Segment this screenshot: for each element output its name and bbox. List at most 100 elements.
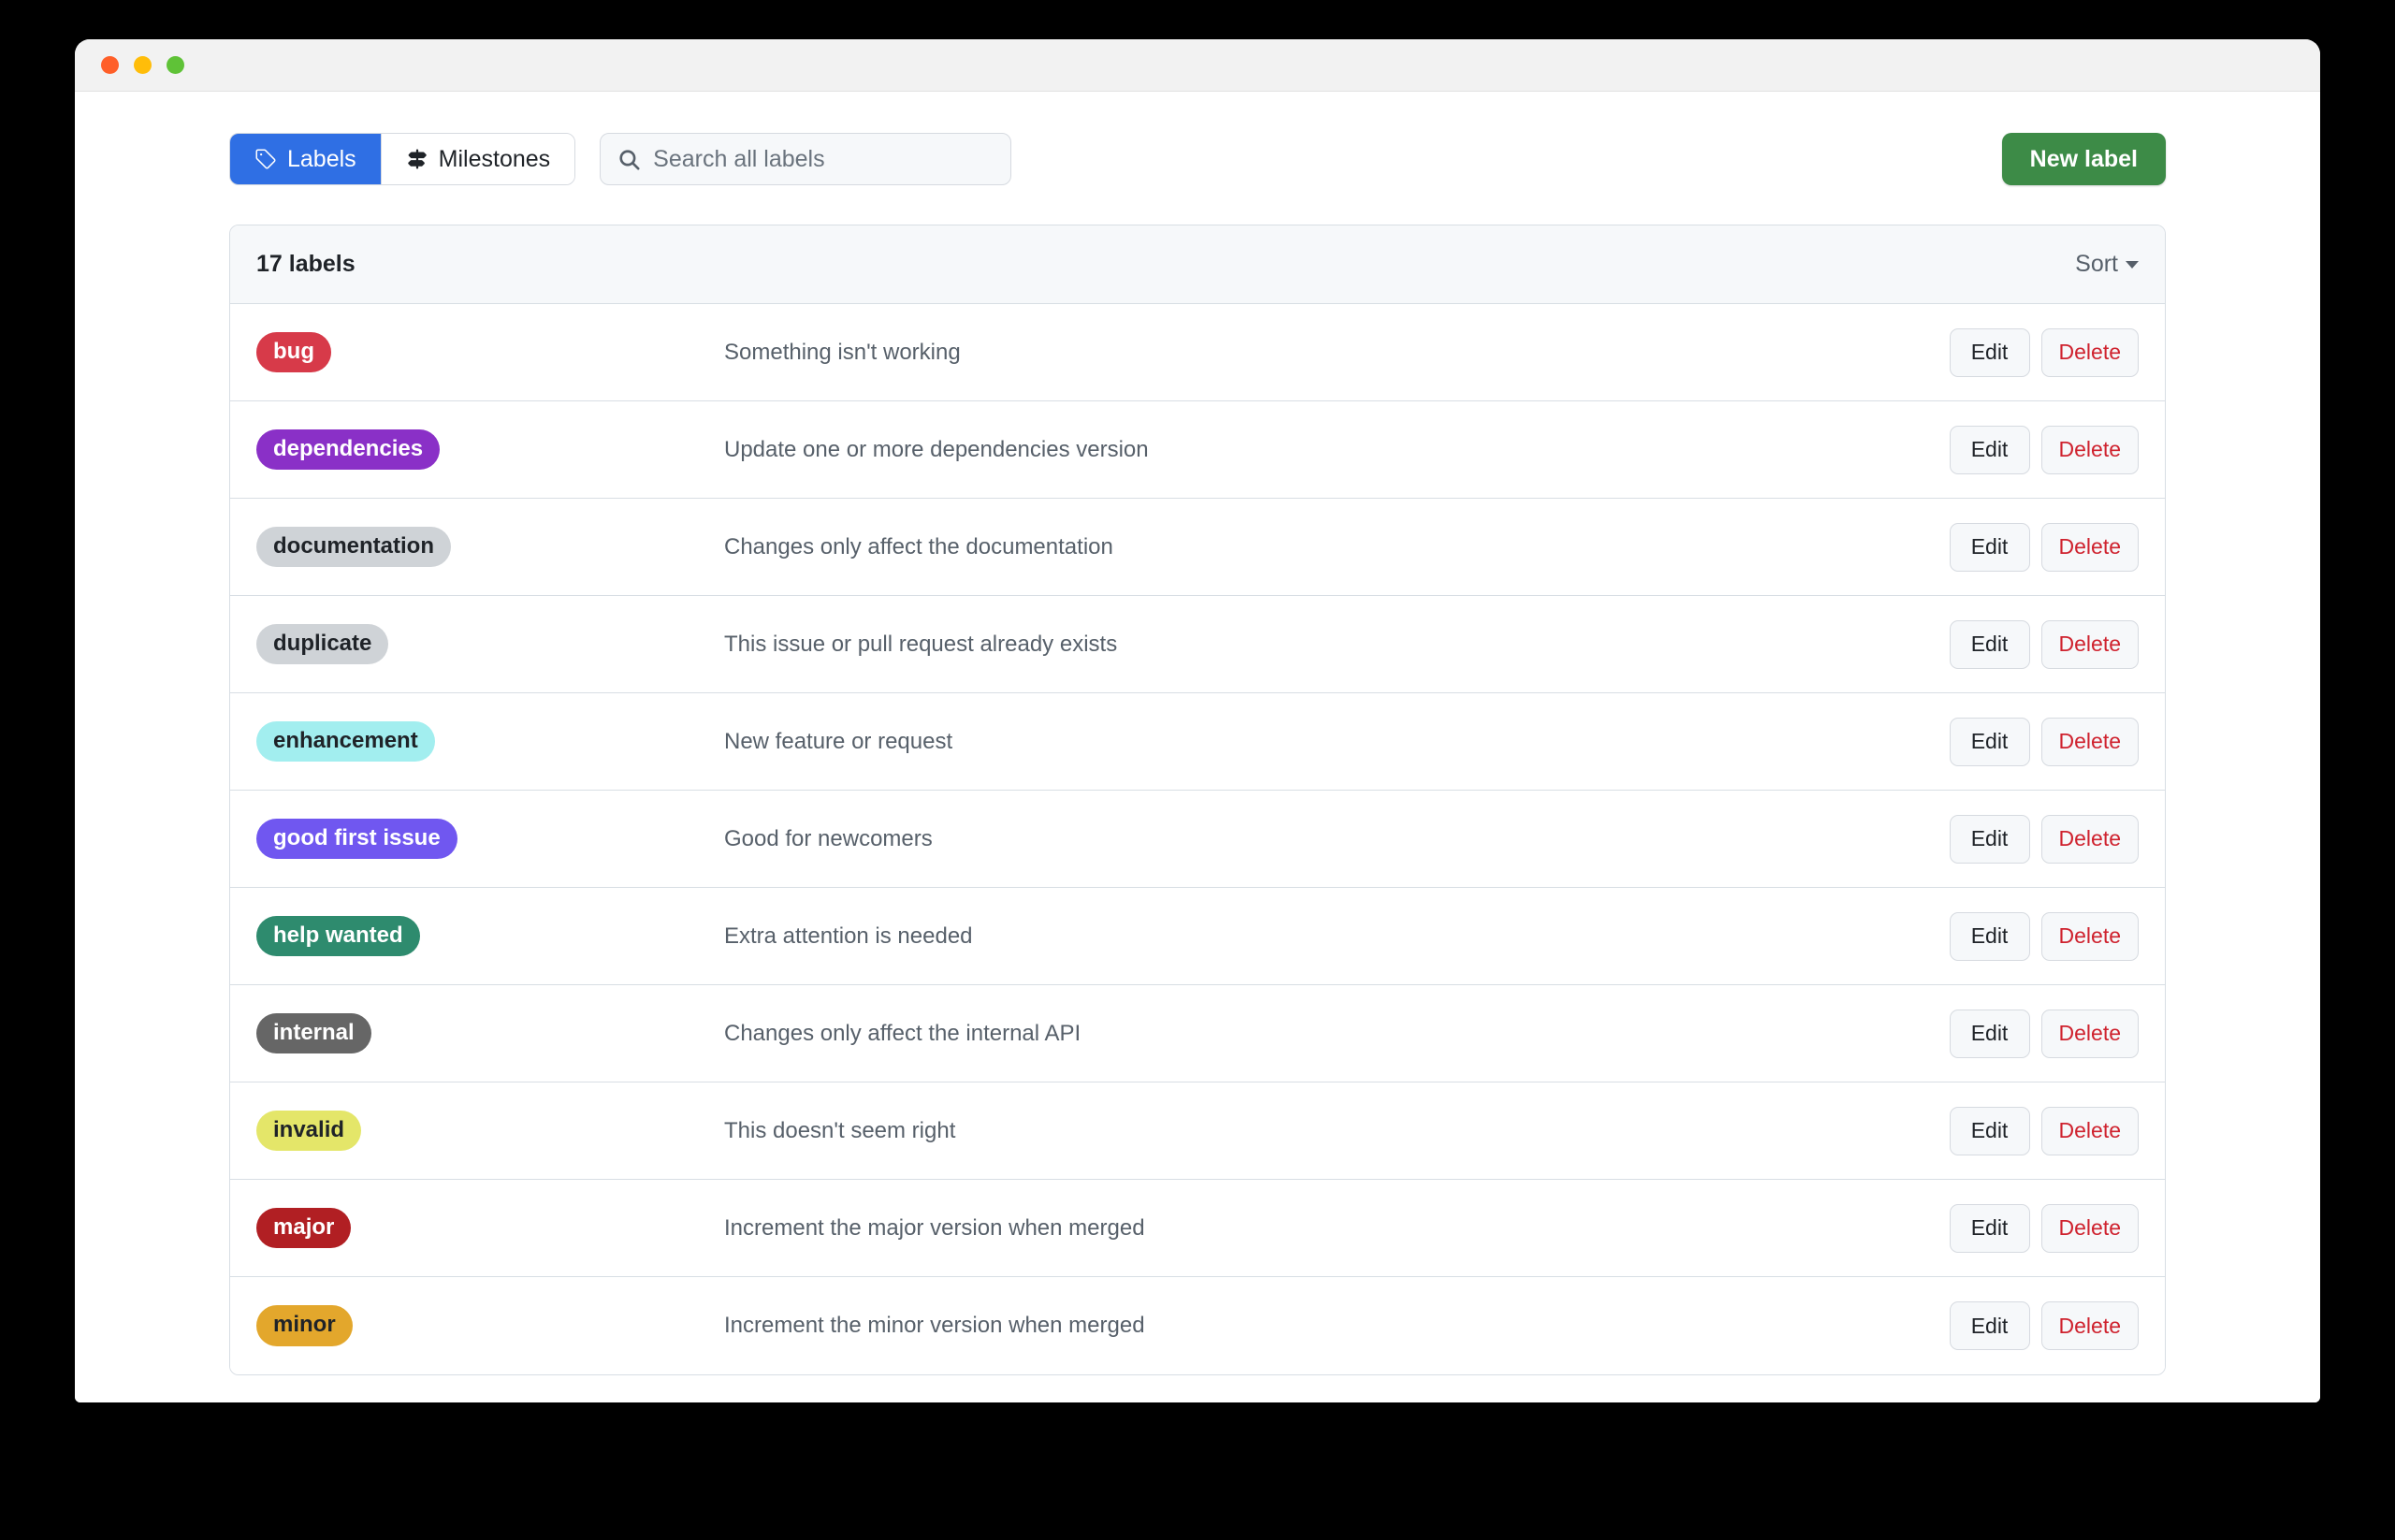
label-description-cell: Changes only affect the documentation: [724, 534, 1950, 560]
delete-label-button[interactable]: Delete: [2040, 717, 2139, 766]
label-description-cell: Something isn't working: [724, 340, 1950, 366]
labels-toolbar: Labels Milestones Search all labels New …: [229, 133, 2166, 185]
edit-label-button[interactable]: Edit: [1949, 814, 2030, 864]
delete-label-button[interactable]: Delete: [2040, 619, 2139, 669]
edit-label-button[interactable]: Edit: [1949, 717, 2030, 766]
label-row: invalid This doesn't seem right Edit Delete: [230, 1082, 2165, 1180]
label-badge[interactable]: minor: [256, 1305, 353, 1346]
window-titlebar: [75, 39, 2320, 92]
label-actions-cell: Edit Delete: [1949, 1301, 2139, 1350]
sort-label: Sort: [2075, 251, 2118, 277]
label-description-cell: Increment the major version when merged: [724, 1215, 1950, 1242]
zoom-window-button[interactable]: [167, 56, 184, 74]
delete-label-button[interactable]: Delete: [2040, 1203, 2139, 1253]
edit-label-button[interactable]: Edit: [1949, 1301, 2030, 1350]
labels-list: bug Something isn't working Edit Delete depe…: [230, 304, 2165, 1374]
label-row: dependencies Update one or more dependenc…: [230, 401, 2165, 499]
label-badge[interactable]: good first issue: [256, 818, 457, 860]
browser-window: Labels Milestones Search all labels New …: [75, 39, 2320, 1402]
label-badge-cell: major: [256, 1207, 724, 1249]
label-row: documentation Changes only affect the doc…: [230, 499, 2165, 596]
label-badge[interactable]: invalid: [256, 1110, 362, 1152]
tag-icon: [254, 148, 277, 170]
edit-label-button[interactable]: Edit: [1949, 522, 2030, 572]
label-badge[interactable]: documentation: [256, 526, 451, 568]
label-badge[interactable]: enhancement: [256, 720, 435, 763]
labels-count: 17 labels: [256, 251, 356, 277]
label-description-cell: New feature or request: [724, 729, 1950, 755]
label-badge-cell: good first issue: [256, 818, 724, 860]
label-description: Changes only affect the documentation: [724, 533, 1113, 559]
label-description: Update one or more dependencies version: [724, 436, 1149, 462]
edit-label-button[interactable]: Edit: [1949, 425, 2030, 474]
label-actions-cell: Edit Delete: [1949, 814, 2139, 864]
label-description-cell: Update one or more dependencies version: [724, 437, 1950, 463]
close-window-button[interactable]: [101, 56, 119, 74]
desktop-background: Labels Milestones Search all labels New …: [0, 0, 2395, 1540]
label-actions-cell: Edit Delete: [1949, 1203, 2139, 1253]
tab-milestones[interactable]: Milestones: [381, 134, 575, 184]
label-row: minor Increment the minor version when me…: [230, 1277, 2165, 1374]
label-row: help wanted Extra attention is needed Edit…: [230, 888, 2165, 985]
edit-label-button[interactable]: Edit: [1949, 619, 2030, 669]
label-badge[interactable]: help wanted: [256, 915, 420, 957]
label-description-cell: This issue or pull request already exist…: [724, 632, 1950, 658]
delete-label-button[interactable]: Delete: [2040, 911, 2139, 961]
delete-label-button[interactable]: Delete: [2040, 425, 2139, 474]
label-description: Good for newcomers: [724, 825, 933, 851]
label-badge[interactable]: bug: [256, 331, 331, 373]
label-row: duplicate This issue or pull request alre…: [230, 596, 2165, 693]
label-badge-cell: documentation: [256, 526, 724, 568]
delete-label-button[interactable]: Delete: [2040, 1301, 2139, 1350]
delete-label-button[interactable]: Delete: [2040, 522, 2139, 572]
label-description: Changes only affect the internal API: [724, 1020, 1081, 1046]
tab-milestones-text: Milestones: [438, 145, 551, 172]
new-label-button[interactable]: New label: [2001, 133, 2166, 185]
label-row: major Increment the major version when me…: [230, 1180, 2165, 1277]
content-container: Labels Milestones Search all labels New …: [229, 92, 2166, 1375]
label-row: enhancement New feature or request Edit Del…: [230, 693, 2165, 791]
label-description: Increment the major version when merged: [724, 1214, 1145, 1241]
label-badge-cell: duplicate: [256, 623, 724, 665]
label-description: Extra attention is needed: [724, 923, 973, 949]
label-description: Something isn't working: [724, 339, 961, 365]
minimize-window-button[interactable]: [134, 56, 152, 74]
search-input[interactable]: [653, 145, 994, 173]
label-description: This issue or pull request already exist…: [724, 631, 1118, 657]
label-row: good first issue Good for newcomers Edit De…: [230, 791, 2165, 888]
label-description-cell: Increment the minor version when merged: [724, 1313, 1950, 1339]
label-badge[interactable]: internal: [256, 1012, 371, 1054]
delete-label-button[interactable]: Delete: [2040, 1009, 2139, 1058]
label-actions-cell: Edit Delete: [1949, 425, 2139, 474]
label-description-cell: Changes only affect the internal API: [724, 1021, 1950, 1047]
delete-label-button[interactable]: Delete: [2040, 1106, 2139, 1155]
label-description: Increment the minor version when merged: [724, 1313, 1145, 1338]
edit-label-button[interactable]: Edit: [1949, 911, 2030, 961]
delete-label-button[interactable]: Delete: [2040, 814, 2139, 864]
label-badge-cell: minor: [256, 1305, 724, 1346]
edit-label-button[interactable]: Edit: [1949, 1106, 2030, 1155]
label-description: This doesn't seem right: [724, 1117, 956, 1143]
label-description-cell: Extra attention is needed: [724, 923, 1950, 950]
label-actions-cell: Edit Delete: [1949, 911, 2139, 961]
tab-labels[interactable]: Labels: [230, 134, 381, 184]
label-badge[interactable]: duplicate: [256, 623, 389, 665]
edit-label-button[interactable]: Edit: [1949, 1009, 2030, 1058]
label-description-cell: This doesn't seem right: [724, 1118, 1950, 1144]
label-badge-cell: enhancement: [256, 720, 724, 763]
label-actions-cell: Edit Delete: [1949, 1009, 2139, 1058]
delete-label-button[interactable]: Delete: [2040, 327, 2139, 377]
label-actions-cell: Edit Delete: [1949, 522, 2139, 572]
page-content: Labels Milestones Search all labels New …: [75, 92, 2320, 1402]
sort-dropdown-button[interactable]: Sort: [2075, 251, 2139, 278]
search-labels-container[interactable]: [600, 133, 1012, 185]
edit-label-button[interactable]: Edit: [1949, 327, 2030, 377]
label-badge[interactable]: dependencies: [256, 429, 441, 471]
edit-label-button[interactable]: Edit: [1949, 1203, 2030, 1253]
label-badge[interactable]: major: [256, 1207, 352, 1249]
label-badge-cell: help wanted: [256, 915, 724, 957]
labels-card: 17 labels Sort bug Something isn't workin…: [229, 225, 2166, 1375]
label-badge-cell: dependencies: [256, 429, 724, 471]
label-actions-cell: Edit Delete: [1949, 327, 2139, 377]
search-icon: [617, 148, 641, 171]
